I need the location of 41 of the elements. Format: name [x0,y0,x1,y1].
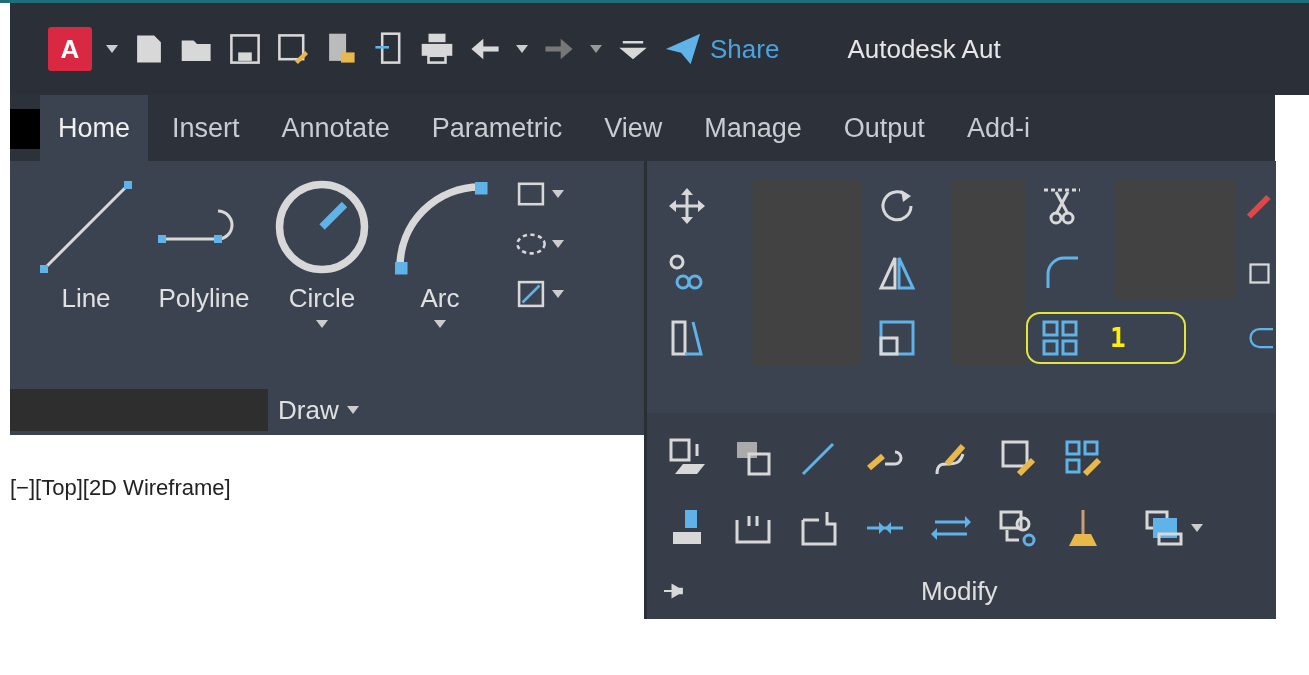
app-logo[interactable]: A [48,27,92,71]
scale-icon[interactable] [877,318,917,358]
draw-tool-button[interactable]: Circle [272,177,372,328]
share-button[interactable]: Share [664,30,780,68]
move-icon[interactable] [667,186,707,226]
caret-icon[interactable] [590,45,602,53]
caret-icon[interactable] [1191,524,1203,532]
save-as-icon[interactable] [276,32,310,66]
modify-panel-title: Modify [921,575,998,607]
window-title: Autodesk Aut [847,33,1001,65]
overlapping-squares-icon[interactable] [1143,508,1183,548]
ribbon-tab[interactable]: Add-i [948,95,1048,161]
print-icon[interactable] [420,32,454,66]
draw-tool-button[interactable]: Line [36,177,136,314]
ribbon-tab[interactable]: Manage [686,95,820,161]
viewport-controls[interactable]: [−][Top][2D Wireframe] [10,475,231,500]
caret-icon[interactable] [346,406,359,415]
caret-icon[interactable] [552,190,564,198]
array-grid-icon[interactable] [1040,318,1080,358]
scissors-icon[interactable] [1042,186,1082,226]
caret-icon[interactable] [434,320,446,328]
save-icon[interactable] [228,32,262,66]
array-callout[interactable]: 1 [1026,312,1186,364]
copy-nested-icon[interactable] [997,508,1037,548]
caret-icon[interactable] [552,240,564,248]
draw-tool-button[interactable]: Polyline [154,177,254,314]
ribbon-tab[interactable]: View [586,95,681,161]
ribbon-tab[interactable]: Home [40,95,149,161]
ribbon-tab[interactable]: Output [825,95,943,161]
callout-number: 1 [1110,323,1126,353]
ribbon-tab[interactable]: Insert [154,95,258,161]
ribbon-tab[interactable]: Parametric [413,95,581,161]
caret-icon[interactable] [552,290,564,298]
edit-array-icon[interactable] [1063,438,1103,478]
masked-area [10,109,40,149]
caret-icon[interactable] [516,45,528,53]
caret-icon[interactable] [106,45,118,53]
draw-tool-button[interactable]: Arc [390,177,490,328]
caret-icon[interactable] [316,320,328,328]
draw-panel-title[interactable]: Draw [278,394,359,426]
ribbon-tab[interactable]: Annotate [263,95,408,161]
